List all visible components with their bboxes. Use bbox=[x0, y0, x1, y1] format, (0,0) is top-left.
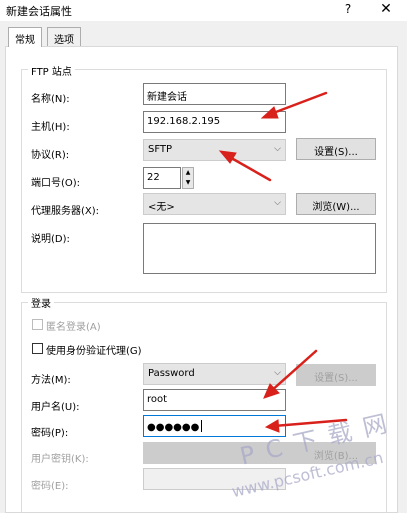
tab-general[interactable]: 常规 bbox=[8, 27, 42, 47]
arrow-to-username-icon bbox=[263, 349, 318, 399]
arrow-to-host-icon bbox=[260, 91, 328, 119]
arrow-to-protocol-icon bbox=[218, 150, 272, 182]
